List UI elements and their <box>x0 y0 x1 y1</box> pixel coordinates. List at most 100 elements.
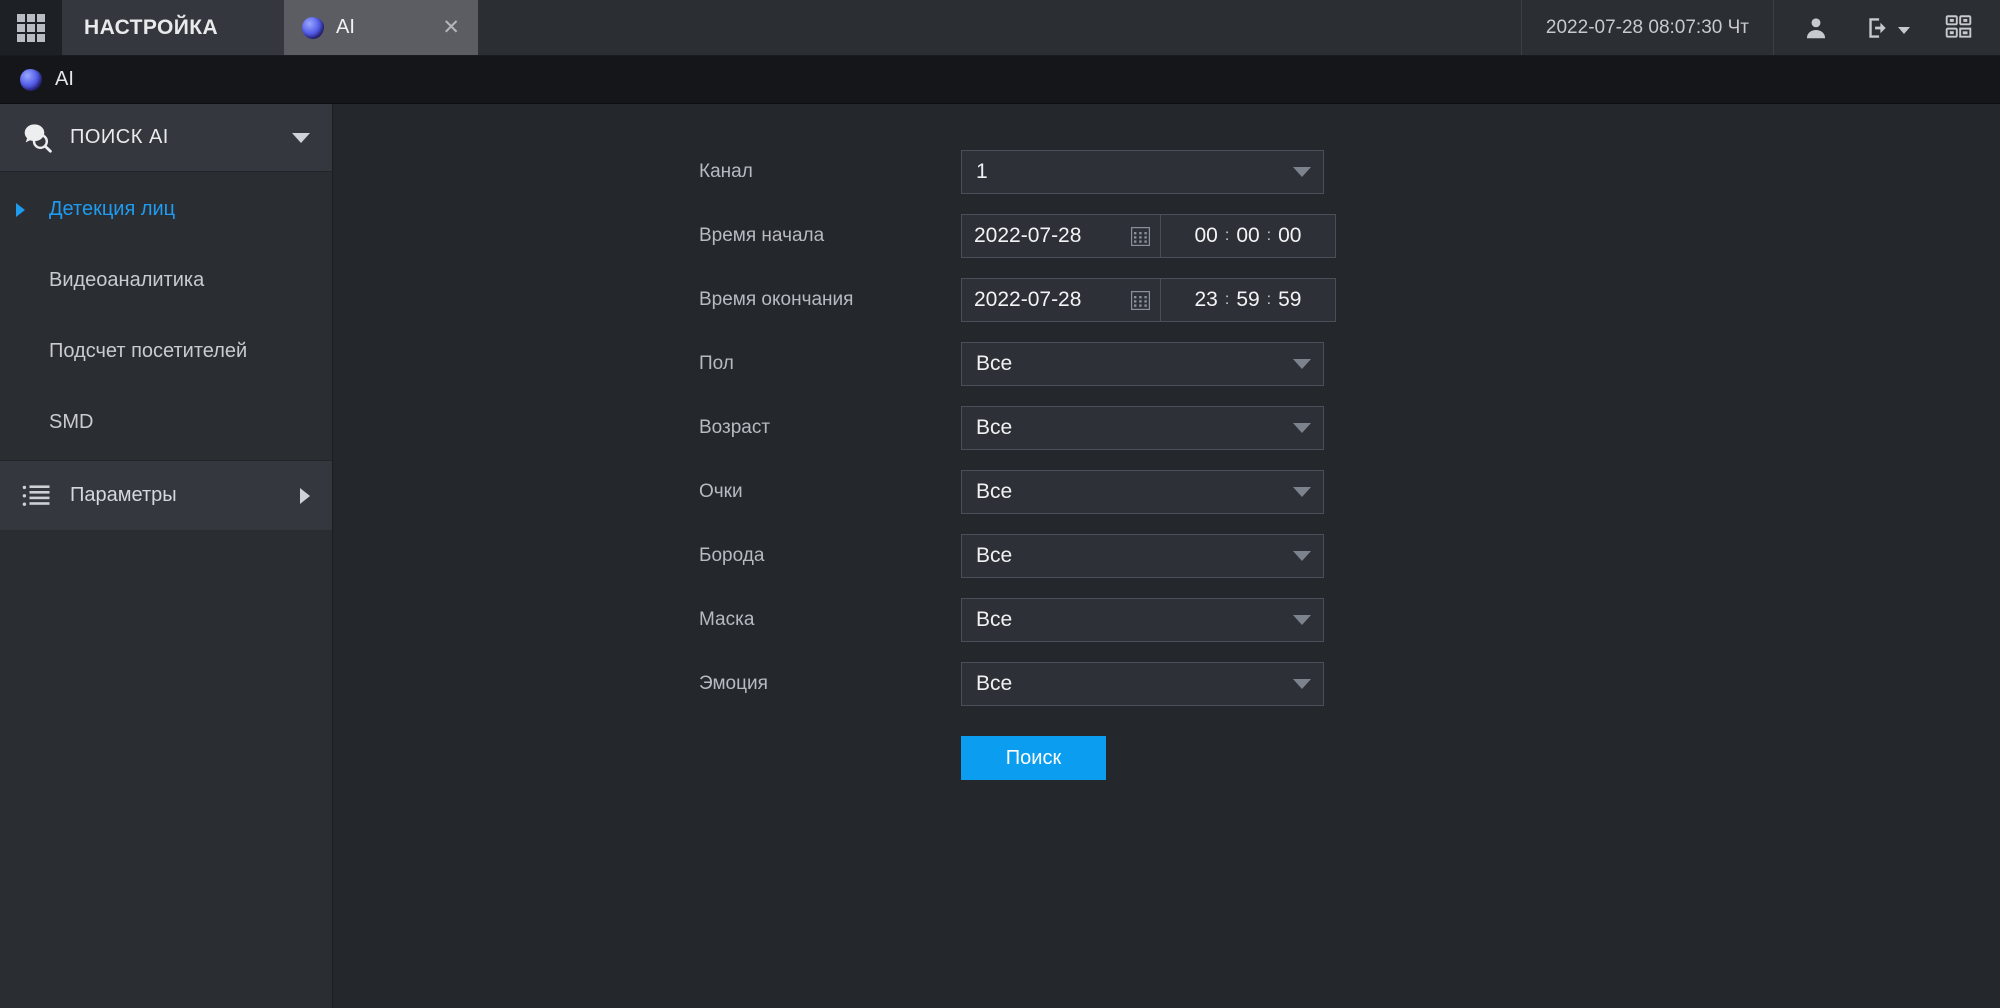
search-button[interactable]: Поиск <box>961 736 1106 780</box>
end-seconds[interactable]: 59 <box>1278 288 1301 312</box>
logout-button[interactable] <box>1848 0 1926 56</box>
chevron-right-icon <box>16 416 25 430</box>
end-date-value: 2022-07-28 <box>974 288 1082 311</box>
application-window: НАСТРОЙКА AI ✕ 2022-07-28 08:07:30 Чт AI… <box>0 0 2000 1008</box>
grid-menu-button[interactable] <box>0 0 62 55</box>
start-seconds[interactable]: 00 <box>1278 224 1301 248</box>
chevron-down-icon <box>1293 487 1311 497</box>
emotion-label: Эмоция <box>699 673 768 694</box>
sidebar-item-video-analytics[interactable]: Видеоаналитика <box>0 245 332 316</box>
sidebar-filler <box>0 530 332 1008</box>
channel-select[interactable]: 1 <box>961 150 1324 194</box>
chevron-down-icon <box>1897 27 1910 34</box>
form-row-beard: Борода Все <box>333 524 2000 588</box>
form-row-age: Возраст Все <box>333 396 2000 460</box>
beard-select[interactable]: Все <box>961 534 1324 578</box>
end-time-label: Время окончания <box>699 289 854 310</box>
time-separator: : <box>1266 291 1272 308</box>
form-row-end-time: Время окончания 2022-07-28 23: 59: 59 <box>333 268 2000 332</box>
form-row-glasses: Очки Все <box>333 460 2000 524</box>
channel-label: Канал <box>699 161 753 182</box>
start-date-input[interactable]: 2022-07-28 <box>961 214 1161 258</box>
chevron-down-icon <box>1293 679 1311 689</box>
end-hours[interactable]: 23 <box>1195 288 1218 312</box>
calendar-icon[interactable] <box>1130 290 1151 310</box>
sidebar-item-people-counting[interactable]: Подсчет посетителей <box>0 316 332 387</box>
user-icon[interactable] <box>1784 0 1848 56</box>
gender-value: Все <box>976 352 1013 375</box>
top-bar: НАСТРОЙКА AI ✕ 2022-07-28 08:07:30 Чт <box>0 0 2000 56</box>
sidebar-menu-list: Детекция лиц Видеоаналитика Подсчет посе… <box>0 172 332 458</box>
glasses-label: Очки <box>699 481 743 502</box>
qr-code-icon[interactable] <box>1926 0 1990 56</box>
chevron-right-icon <box>300 487 310 504</box>
close-icon[interactable]: ✕ <box>438 15 464 40</box>
age-value: Все <box>976 416 1013 439</box>
breadcrumb: AI <box>0 56 2000 104</box>
tab-ai[interactable]: AI ✕ <box>284 0 478 55</box>
end-date-input[interactable]: 2022-07-28 <box>961 278 1161 322</box>
chevron-right-icon <box>16 345 25 359</box>
start-minutes[interactable]: 00 <box>1236 224 1259 248</box>
sidebar-item-label: Видеоаналитика <box>49 269 205 291</box>
chevron-right-icon <box>16 202 25 217</box>
beard-value: Все <box>976 544 1013 567</box>
form-row-mask: Маска Все <box>333 588 2000 652</box>
calendar-icon[interactable] <box>1130 226 1151 246</box>
end-minutes[interactable]: 59 <box>1236 288 1259 312</box>
glasses-select[interactable]: Все <box>961 470 1324 514</box>
mask-label: Маска <box>699 609 755 630</box>
chevron-down-icon <box>1293 423 1311 433</box>
sidebar-item-label: Подсчет посетителей <box>49 340 248 362</box>
sidebar-header-ai-search[interactable]: ПОИСК AI <box>0 104 332 172</box>
end-time-control: 2022-07-28 23: 59: 59 <box>961 278 1336 322</box>
mask-select[interactable]: Все <box>961 598 1324 642</box>
channel-control: 1 <box>961 150 1324 194</box>
chevron-down-icon <box>1293 359 1311 369</box>
end-time-input[interactable]: 23 : 59 : 59 <box>1161 278 1336 322</box>
glasses-value: Все <box>976 480 1013 503</box>
sidebar-header-title: ПОИСК AI <box>70 126 169 148</box>
page-body: ПОИСК AI Детекция лиц Видеоаналитика Под… <box>0 104 2000 1008</box>
sidebar-section-label: Параметры <box>70 484 177 506</box>
emotion-value: Все <box>976 672 1013 695</box>
form-row-actions: Поиск <box>333 736 2000 780</box>
start-date-value: 2022-07-28 <box>974 224 1082 247</box>
breadcrumb-label: AI <box>55 68 74 90</box>
sidebar-section-parameters[interactable]: Параметры <box>0 460 332 530</box>
start-time-input[interactable]: 00 : 00 : 00 <box>1161 214 1336 258</box>
grid-menu-icon <box>17 13 45 42</box>
sidebar-item-face-detection[interactable]: Детекция лиц <box>0 174 332 245</box>
system-clock: 2022-07-28 08:07:30 Чт <box>1520 0 1773 55</box>
form-row-gender: Пол Все <box>333 332 2000 396</box>
ai-search-form: Канал 1 Время начала 2022-07-28 00: 00 … <box>333 104 2000 1008</box>
form-row-channel: Канал 1 <box>333 140 2000 204</box>
form-row-emotion: Эмоция Все <box>333 652 2000 716</box>
emotion-select[interactable]: Все <box>961 662 1324 706</box>
gender-select[interactable]: Все <box>961 342 1324 386</box>
start-hours[interactable]: 00 <box>1195 224 1218 248</box>
list-bullet-icon <box>22 484 52 508</box>
chevron-down-icon[interactable] <box>292 132 310 143</box>
chevron-down-icon <box>1293 615 1311 625</box>
logout-icon <box>1868 17 1886 38</box>
topbar-spacer <box>478 0 1521 55</box>
face-search-icon <box>20 123 54 153</box>
sidebar: ПОИСК AI Детекция лиц Видеоаналитика Под… <box>0 104 333 1008</box>
sidebar-item-label: SMD <box>49 411 94 433</box>
chevron-down-icon <box>1293 167 1311 177</box>
chevron-down-icon <box>1293 551 1311 561</box>
time-separator: : <box>1224 291 1230 308</box>
time-separator: : <box>1224 227 1230 244</box>
sidebar-item-smd[interactable]: SMD <box>0 387 332 458</box>
age-select[interactable]: Все <box>961 406 1324 450</box>
start-time-control: 2022-07-28 00: 00: 00 <box>961 214 1336 258</box>
ai-gem-icon <box>20 68 42 91</box>
mask-value: Все <box>976 608 1013 631</box>
nav-title-settings[interactable]: НАСТРОЙКА <box>62 0 284 55</box>
sidebar-item-label: Детекция лиц <box>49 198 176 220</box>
chevron-right-icon <box>16 274 25 288</box>
form-row-start-time: Время начала 2022-07-28 00: 00: 00 <box>333 204 2000 268</box>
channel-value: 1 <box>976 160 988 183</box>
system-icon-group <box>1773 0 2000 55</box>
